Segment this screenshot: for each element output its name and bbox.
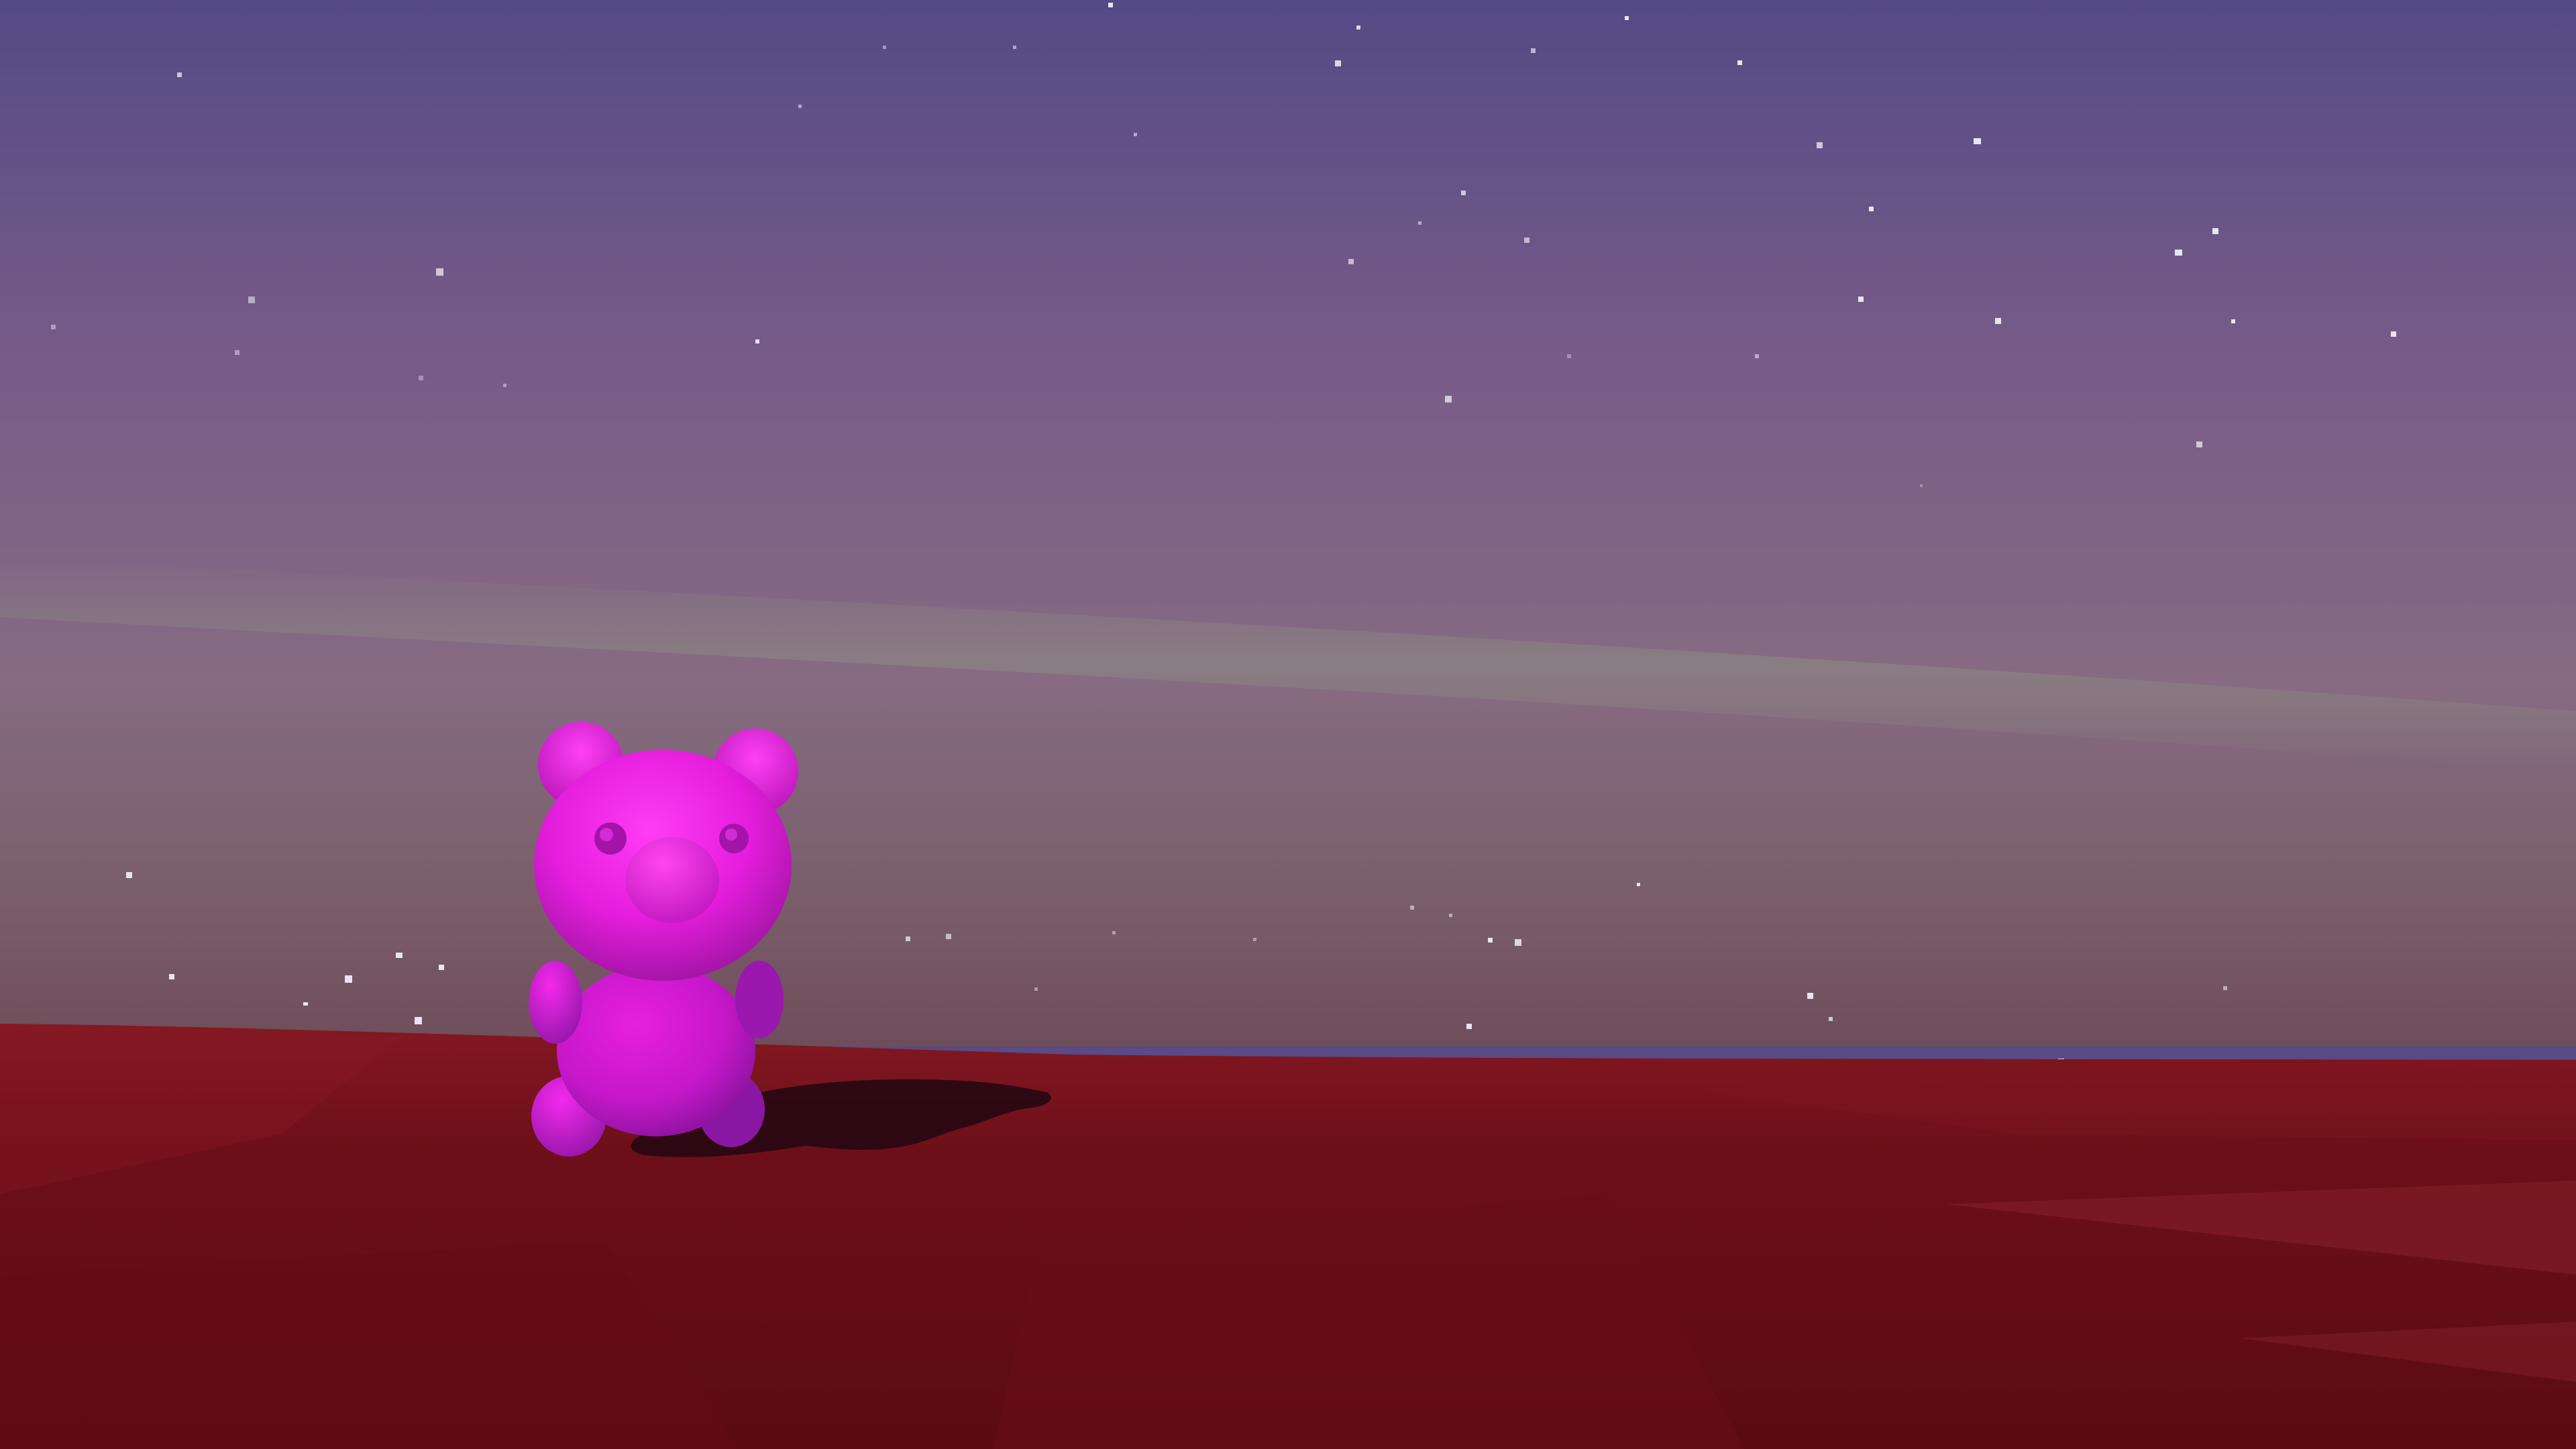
bear-right-eye-highlight [725, 828, 737, 841]
bear-body [557, 965, 755, 1136]
bear-right-arm [735, 961, 784, 1038]
bear-left-eye-highlight [600, 828, 613, 841]
bear-snout [625, 837, 719, 923]
game-scene[interactable] [0, 0, 2576, 1449]
bear-left-arm [529, 961, 582, 1044]
sky [0, 0, 2576, 1046]
bear-character[interactable] [529, 722, 798, 1157]
ground [0, 1024, 2576, 1449]
